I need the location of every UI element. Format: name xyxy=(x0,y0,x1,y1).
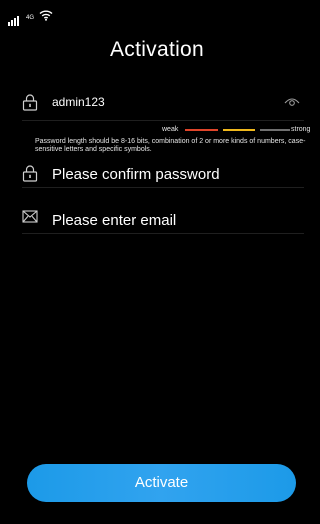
password-strength-indicator: weak strong xyxy=(0,126,314,134)
activate-button[interactable]: Activate xyxy=(27,464,296,502)
strength-bar-medium xyxy=(223,129,255,131)
confirm-password-input[interactable]: Please confirm password xyxy=(52,166,220,183)
confirm-password-field[interactable]: Please confirm password xyxy=(22,162,304,188)
password-value: admin123 xyxy=(52,95,105,109)
network-type-label: 4G xyxy=(26,15,35,21)
email-underline xyxy=(22,233,304,234)
strength-strong-label: strong xyxy=(291,126,311,133)
password-field[interactable]: admin123 xyxy=(22,92,304,121)
wifi-icon xyxy=(39,10,53,21)
mail-icon xyxy=(22,210,38,223)
page-title: Activation xyxy=(109,38,205,61)
signal-icon xyxy=(8,14,24,26)
strength-weak-label: weak xyxy=(162,126,179,133)
strength-bar-strong xyxy=(260,129,290,131)
email-input[interactable]: Please enter email xyxy=(52,212,176,229)
confirm-password-underline xyxy=(22,187,304,188)
password-underline xyxy=(22,120,304,121)
password-hint: Password length should be 8-16 bits, com… xyxy=(35,138,306,153)
lock-icon xyxy=(22,165,38,182)
strength-bar-weak xyxy=(185,129,218,131)
email-field[interactable]: Please enter email xyxy=(22,207,304,234)
lock-icon xyxy=(22,94,38,111)
eye-icon[interactable] xyxy=(284,94,300,108)
status-bar: 4G xyxy=(0,0,314,34)
